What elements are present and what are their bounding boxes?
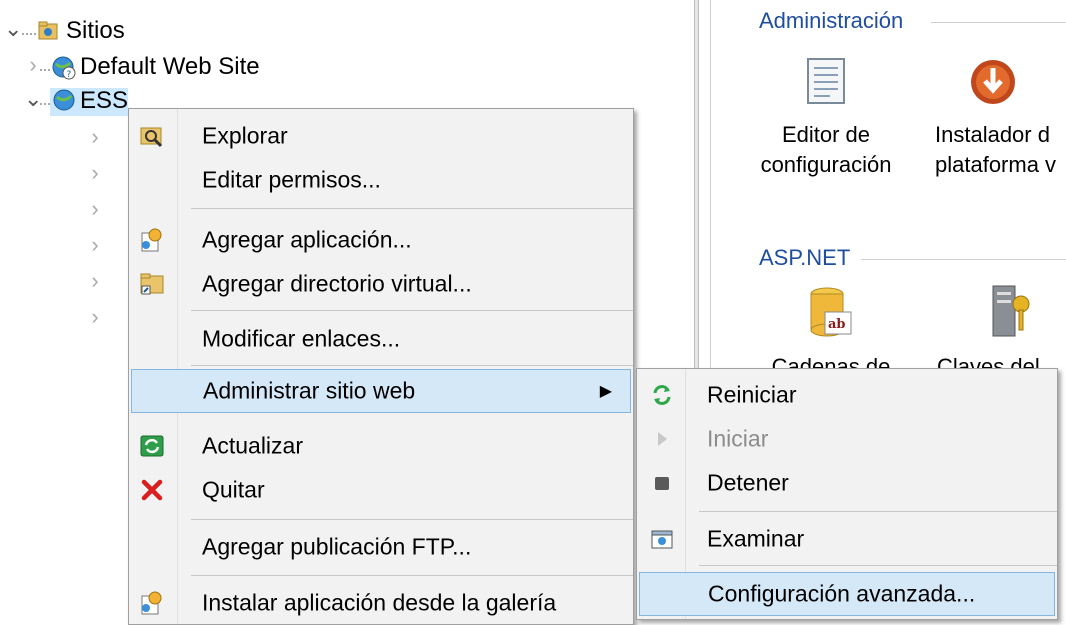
menu-item-agregar-publicacion-ftp[interactable]: Agregar publicación FTP... [129, 527, 633, 567]
submenu-item-configuracion-avanzada[interactable]: Configuración avanzada... [639, 572, 1055, 616]
svg-text:ab: ab [828, 317, 846, 332]
tree-node-sitios[interactable]: Sitios [66, 16, 125, 46]
submenu-arrow-icon: ▶ [599, 383, 612, 400]
submenu-administrar-sitio-web: Reiniciar Iniciar Detener Examinar Confi… [636, 368, 1058, 620]
install-gallery-icon [139, 590, 165, 616]
explore-icon [139, 123, 165, 149]
restart-icon [649, 382, 675, 408]
add-virtual-directory-icon [139, 271, 165, 297]
child-chevron-icon[interactable]: › [86, 160, 104, 186]
tree-node-ess[interactable]: ESS [80, 86, 128, 116]
sites-folder-icon [38, 20, 58, 40]
menu-item-agregar-directorio-virtual[interactable]: Agregar directorio virtual... [129, 265, 633, 303]
config-editor-icon[interactable] [805, 56, 849, 108]
start-icon [649, 426, 675, 452]
menu-item-explorar[interactable]: Explorar [129, 117, 633, 155]
tree-node-default-web-site[interactable]: Default Web Site [80, 52, 260, 82]
child-chevron-icon[interactable]: › [86, 196, 104, 222]
context-menu: Explorar Editar permisos... Agregar apli… [128, 108, 634, 625]
feature-web-platform-installer-label[interactable]: Instalador d plataforma v [935, 120, 1066, 180]
submenu-item-detener[interactable]: Detener [637, 463, 1057, 503]
add-application-icon [139, 227, 165, 253]
remove-icon [139, 477, 165, 503]
group-title-administracion: Administración [759, 8, 912, 34]
child-chevron-icon[interactable]: › [86, 268, 104, 294]
expand-chevron-icon[interactable]: ⌄ [24, 86, 42, 112]
menu-item-editar-permisos[interactable]: Editar permisos... [129, 161, 633, 199]
refresh-icon [139, 433, 165, 459]
submenu-item-iniciar: Iniciar [637, 419, 1057, 459]
svg-text:?: ? [67, 70, 72, 80]
machine-key-icon[interactable] [989, 282, 1033, 342]
menu-item-modificar-enlaces[interactable]: Modificar enlaces... [129, 317, 633, 361]
menu-item-instalar-aplicacion-galeria[interactable]: Instalar aplicación desde la galería [129, 583, 633, 623]
child-chevron-icon[interactable]: › [86, 232, 104, 258]
collapse-chevron-icon[interactable]: › [24, 52, 42, 78]
submenu-item-examinar[interactable]: Examinar [637, 517, 1057, 561]
feature-config-editor-label[interactable]: Editor de configuración [751, 120, 901, 180]
web-platform-installer-icon[interactable] [969, 58, 1017, 106]
browse-icon [649, 526, 675, 552]
expand-chevron-icon[interactable]: ⌄ [4, 16, 22, 42]
globe-stopped-icon: ? [52, 56, 76, 80]
menu-item-actualizar[interactable]: Actualizar [129, 427, 633, 465]
stop-icon [649, 470, 675, 496]
group-title-aspnet: ASP.NET [759, 245, 859, 271]
menu-item-quitar[interactable]: Quitar [129, 471, 633, 509]
globe-icon [52, 88, 76, 112]
menu-item-administrar-sitio-web[interactable]: Administrar sitio web ▶ [131, 369, 631, 413]
connection-strings-icon[interactable]: ab [807, 286, 855, 342]
submenu-item-reiniciar[interactable]: Reiniciar [637, 375, 1057, 415]
child-chevron-icon[interactable]: › [86, 304, 104, 330]
menu-item-agregar-aplicacion[interactable]: Agregar aplicación... [129, 221, 633, 259]
child-chevron-icon[interactable]: › [86, 124, 104, 150]
